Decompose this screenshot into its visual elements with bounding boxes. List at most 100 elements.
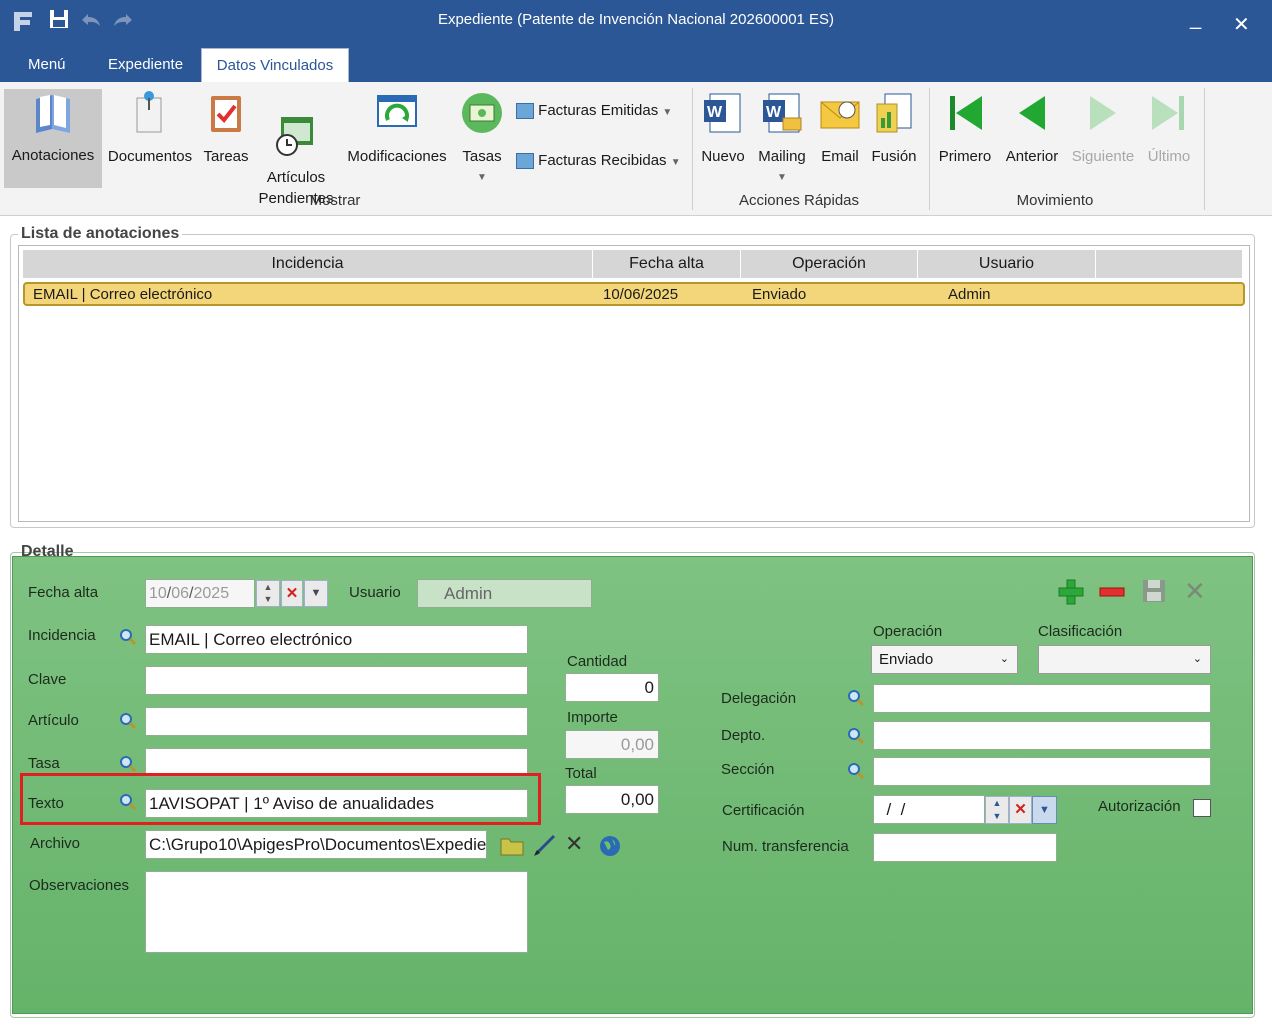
group-acciones-rapidas: Acciones Rápidas [738,192,860,209]
clasificacion-select[interactable]: ⌄ [1038,645,1211,674]
column-header-usuario[interactable]: Usuario [918,250,1096,278]
observaciones-label: Observaciones [29,877,130,894]
anotaciones-grid: Incidencia Fecha alta Operación Usuario … [18,245,1250,522]
column-header-fecha-alta[interactable]: Fecha alta [593,250,741,278]
tasas-dropdown-arrow[interactable]: ▼ [456,167,508,188]
usuario-label: Usuario [349,584,401,601]
fecha-alta-field[interactable]: 10/06/2025 [145,579,255,608]
table-row[interactable]: EMAIL | Correo electrónico 10/06/2025 En… [23,282,1245,306]
globe-icon[interactable] [598,834,622,858]
ultimo-button[interactable]: Último [1142,90,1196,167]
documentos-label: Documentos [107,148,193,165]
pencil-icon[interactable] [532,832,558,858]
first-record-icon [950,96,982,130]
mailing-dropdown-arrow[interactable]: ▼ [754,167,810,188]
seccion-field[interactable] [873,757,1211,786]
fecha-alta-spinner[interactable]: ▲ ▼ [256,580,280,607]
title-bar: Expediente (Patente de Invención Naciona… [0,0,1272,46]
modificaciones-label: Modificaciones [347,148,447,165]
anotaciones-button[interactable]: Anotaciones [4,89,102,188]
articulo-field[interactable] [145,707,528,736]
email-button[interactable]: Email [816,90,864,167]
invoice-icon [516,153,534,170]
incidencia-field[interactable]: EMAIL | Correo electrónico [145,625,528,654]
group-separator [692,88,693,210]
group-separator [929,88,930,210]
cell-operacion: Enviado [752,286,807,303]
word-document-icon: W [704,93,741,133]
primero-button[interactable]: Primero [934,90,996,167]
articulos-pendientes-button[interactable]: Artículos Pendientes [254,90,338,230]
mailing-button[interactable]: W Mailing ▼ [754,90,810,188]
clave-label: Clave [28,671,67,688]
add-icon[interactable] [1056,577,1086,607]
certificacion-dropdown-icon[interactable]: ▼ [1032,796,1057,824]
search-icon[interactable] [119,712,137,730]
search-icon[interactable] [847,727,865,745]
num-transferencia-field[interactable] [873,833,1057,862]
anterior-button[interactable]: Anterior [1000,90,1064,167]
archivo-field[interactable]: C:\Grupo10\ApigesPro\Documentos\Expedien… [145,830,487,859]
window-title: Expediente (Patente de Invención Naciona… [437,11,835,28]
clear-file-icon[interactable]: ✕ [565,831,583,857]
depto-field[interactable] [873,721,1211,750]
search-icon[interactable] [847,689,865,707]
fecha-alta-label: Fecha alta [28,584,99,601]
documentos-button[interactable]: Documentos [104,90,196,167]
operacion-value: Enviado [879,651,934,668]
siguiente-button[interactable]: Siguiente [1068,90,1138,167]
folder-icon[interactable] [499,833,525,857]
group-movimiento: Movimiento [1016,192,1094,209]
modificaciones-button[interactable]: Modificaciones [342,90,452,167]
cancel-icon[interactable]: ✕ [1184,576,1206,607]
operacion-label: Operación [873,623,943,640]
fecha-alta-clear-icon[interactable]: ✕ [281,580,303,607]
delete-icon[interactable] [1097,577,1127,607]
total-field: 0,00 [565,785,659,814]
usuario-field: Admin [417,579,592,608]
facturas-recibidas-button[interactable]: Facturas Recibidas ▼ [516,152,681,170]
cantidad-field[interactable]: 0 [565,673,659,702]
search-icon[interactable] [847,762,865,780]
certificacion-field[interactable]: / / [873,795,985,824]
tasas-button[interactable]: Tasas ▼ [456,90,508,188]
column-header-incidencia[interactable]: Incidencia [23,250,593,278]
operacion-select[interactable]: Enviado ⌄ [871,645,1018,674]
column-header-operacion[interactable]: Operación [741,250,918,278]
nuevo-button[interactable]: W Nuevo [698,90,748,167]
certificacion-label: Certificación [722,802,805,819]
tareas-label: Tareas [203,148,249,165]
clipboard-check-icon [211,96,241,132]
invoice-icon [516,103,534,120]
certificacion-spinner[interactable]: ▲ ▼ [985,796,1009,824]
tab-datos-vinculados[interactable]: Datos Vinculados [201,48,349,82]
articulo-label: Artículo [28,712,79,729]
fusion-label: Fusión [871,148,917,165]
clave-field[interactable] [145,666,528,695]
facturas-emitidas-label: Facturas Emitidas [538,102,659,119]
fusion-button[interactable]: Fusión [868,90,920,167]
facturas-emitidas-button[interactable]: Facturas Emitidas ▼ [516,102,672,120]
importe-label: Importe [567,709,618,726]
autorizacion-label: Autorización [1098,798,1181,815]
observaciones-field[interactable] [145,871,528,953]
cantidad-label: Cantidad [567,653,628,670]
tareas-button[interactable]: Tareas [200,90,252,167]
search-icon[interactable] [119,755,137,773]
window-refresh-icon [377,95,417,127]
merge-document-icon [876,93,912,133]
delegacion-field[interactable] [873,684,1211,713]
tab-expediente[interactable]: Expediente [100,48,191,82]
save-icon[interactable] [1140,577,1168,605]
autorizacion-checkbox[interactable] [1193,799,1211,817]
tab-menu[interactable]: Menú [20,48,74,82]
chevron-down-icon: ⌄ [999,653,1009,665]
search-icon[interactable] [119,628,137,646]
fecha-alta-dropdown-icon[interactable]: ▼ [304,580,328,607]
certificacion-clear-icon[interactable]: ✕ [1009,796,1032,824]
tasas-label: Tasas [462,148,502,165]
close-button[interactable]: ✕ [1233,12,1250,37]
anterior-label: Anterior [1005,148,1059,165]
minimize-button[interactable]: _ [1190,8,1201,31]
svg-text:W: W [707,104,723,121]
